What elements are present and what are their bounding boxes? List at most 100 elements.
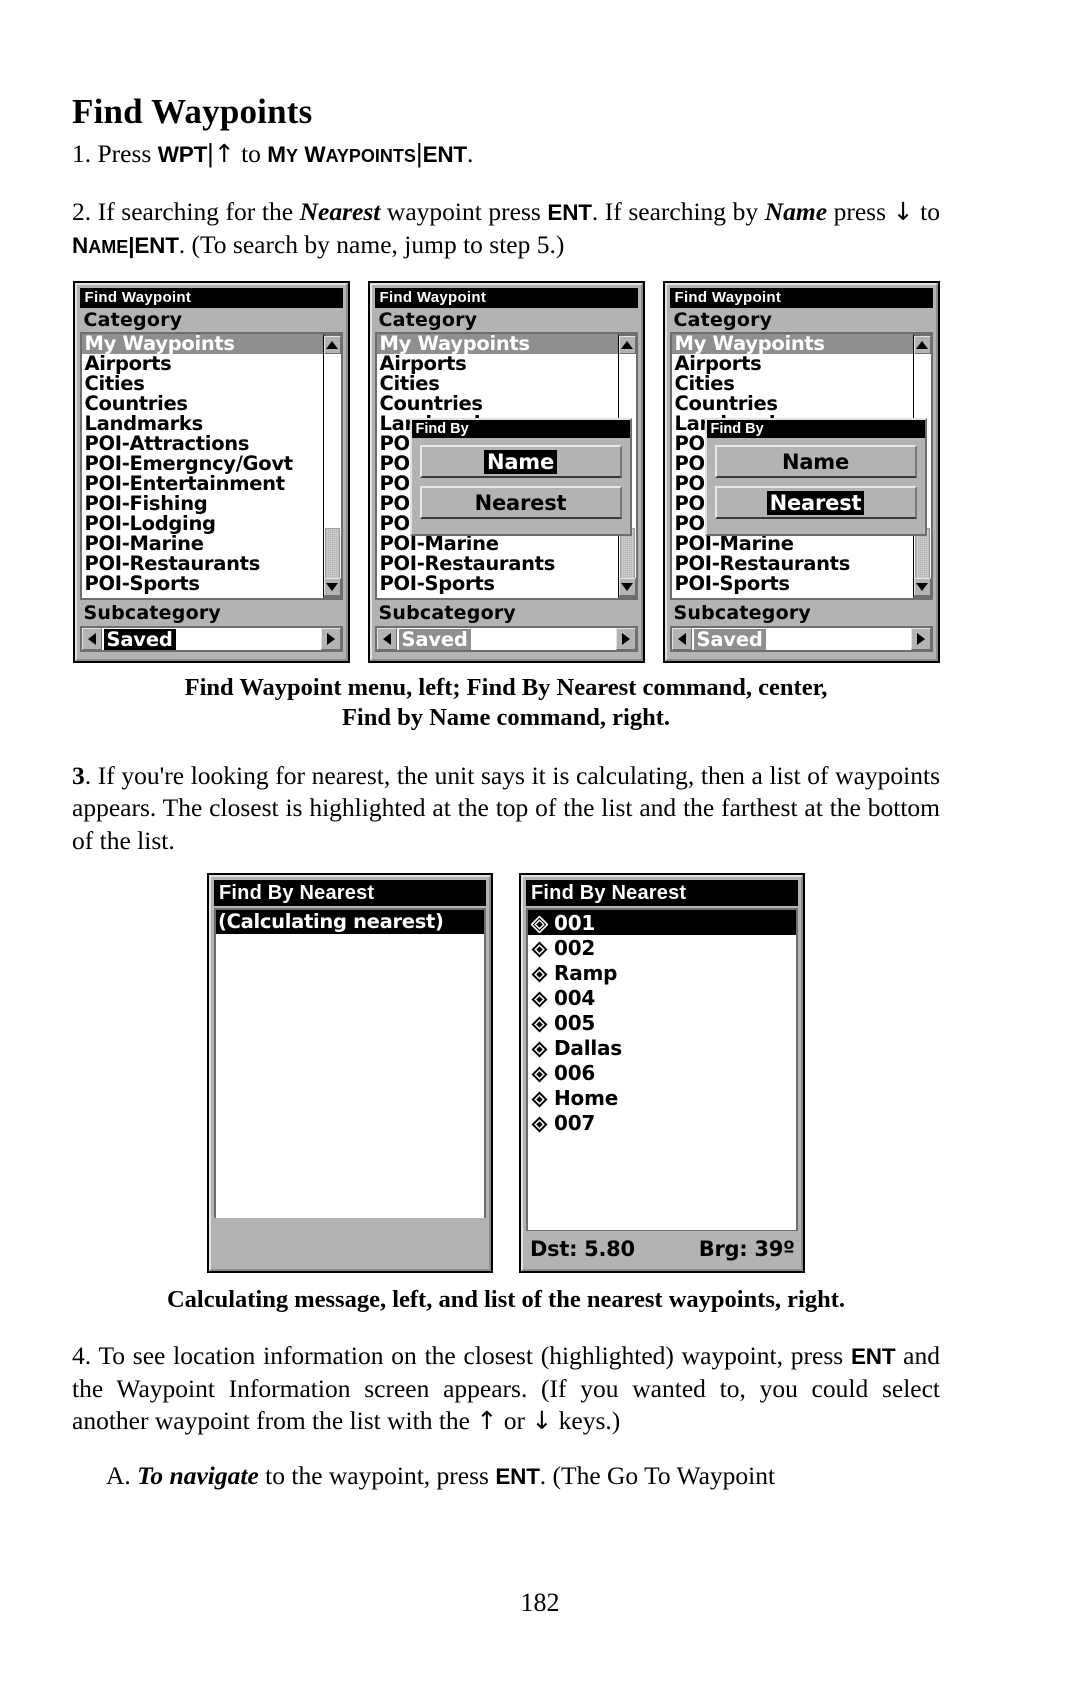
waypoint-diamond-icon	[531, 1039, 548, 1058]
list-item[interactable]: POI-Emergncy/Govt	[82, 454, 323, 474]
subcategory-spinner-left[interactable]: Saved	[79, 626, 343, 653]
scroll-down-icon[interactable]	[913, 578, 931, 597]
subcategory-value-left: Saved	[103, 628, 176, 650]
nearest-list-pane-left[interactable]: (Calculating nearest)	[214, 908, 486, 1219]
list-item[interactable]: Countries	[82, 394, 323, 414]
list-item[interactable]: POI-Restaurants	[82, 554, 323, 574]
scroll-down-icon[interactable]	[323, 578, 341, 597]
list-item[interactable]: POI-Marine	[672, 534, 913, 554]
find-by-nearest-button-center[interactable]: Nearest	[419, 486, 622, 520]
spinner-left-icon[interactable]	[671, 628, 692, 651]
arrow-down-icon: ↓	[531, 1406, 553, 1436]
category-scrollbar-left[interactable]	[322, 334, 343, 599]
figure-1-caption-line-1: Find Waypoint menu, left; Find By Neares…	[184, 674, 828, 702]
find-by-nearest-calculating-screen: Find By Nearest (Calculating nearest)	[207, 873, 493, 1274]
term-name: Name	[764, 197, 828, 227]
spinner-right-icon[interactable]	[320, 628, 341, 651]
waypoint-row[interactable]: 006	[528, 1060, 796, 1085]
subcategory-spinner-center[interactable]: Saved	[374, 626, 638, 653]
find-by-name-button-right[interactable]: Name	[714, 445, 917, 479]
bearing-value: Brg: 39º	[698, 1236, 795, 1261]
waypoint-row[interactable]: Home	[528, 1085, 796, 1110]
waypoint-row[interactable]: 007	[528, 1110, 796, 1135]
list-item[interactable]: Airports	[82, 354, 323, 374]
arrow-up-icon: ↑	[476, 1406, 498, 1436]
waypoint-row[interactable]: 004	[528, 985, 796, 1010]
screen-title-center: Find Waypoint	[374, 288, 638, 309]
list-item[interactable]: POI-Entertainment	[82, 474, 323, 494]
waypoint-row[interactable]: 001	[528, 910, 796, 936]
nearest-list-pane-right[interactable]: 001 002 Ramp 004 005 Dallas 006 Home 007	[526, 908, 798, 1231]
subcategory-label-left: Subcategory	[79, 601, 343, 626]
category-label-right: Category	[669, 308, 933, 333]
list-item[interactable]: My Waypoints	[376, 334, 618, 355]
find-by-name-button-center[interactable]: Name	[419, 445, 622, 479]
waypoint-diamond-icon	[531, 989, 548, 1008]
spinner-right-icon[interactable]	[910, 628, 931, 651]
step-3-text: . If you're looking for nearest, the uni…	[72, 760, 940, 855]
list-item[interactable]: POI-Restaurants	[377, 554, 618, 574]
step-1-number: 1.	[72, 139, 98, 168]
scroll-down-icon[interactable]	[618, 578, 636, 597]
find-by-dialog-center[interactable]: Find By Name Nearest	[409, 418, 632, 537]
list-item[interactable]: POI-Marine	[377, 534, 618, 554]
step-2-text-b: waypoint press	[380, 197, 548, 227]
step-4-paragraph: 4. To see location information on the cl…	[72, 1340, 940, 1437]
key-ent-3: ENT	[134, 232, 179, 258]
list-item[interactable]: POI-Sports	[672, 574, 913, 594]
list-item[interactable]: Countries	[672, 394, 913, 414]
step-2-text-d: press	[827, 197, 893, 227]
step-1-period: .	[466, 139, 474, 168]
list-item[interactable]: POI-Restaurants	[672, 554, 913, 574]
find-by-nearest-button-right[interactable]: Nearest	[714, 486, 917, 520]
page-title: Find Waypoints	[72, 92, 313, 131]
waypoint-name: 005	[554, 1010, 596, 1035]
list-item[interactable]: My Waypoints	[81, 334, 323, 355]
list-item[interactable]: Cities	[82, 374, 323, 394]
scroll-up-icon[interactable]	[618, 336, 636, 355]
scroll-up-icon[interactable]	[913, 336, 931, 355]
step-1-sep-2: |	[415, 140, 423, 168]
waypoint-row[interactable]: Dallas	[528, 1035, 796, 1060]
list-item[interactable]: POI-Sports	[82, 574, 323, 594]
waypoint-name: 001	[554, 910, 596, 935]
step-4-text-c: or	[497, 1406, 532, 1436]
find-by-dialog-right[interactable]: Find By Name Nearest	[704, 418, 927, 537]
waypoint-diamond-icon	[531, 1114, 548, 1133]
waypoint-row[interactable]: Ramp	[528, 960, 796, 985]
list-item[interactable]: POI-Lodging	[82, 514, 323, 534]
list-item[interactable]: POI-Attractions	[82, 434, 323, 454]
step-2-text-f: . (To search by name, jump to step 5.)	[178, 229, 565, 259]
list-item[interactable]: Landmarks	[82, 414, 323, 434]
category-listbox-left[interactable]: My Waypoints Airports Cities Countries L…	[79, 332, 343, 601]
spinner-right-icon[interactable]	[615, 628, 636, 651]
list-item[interactable]: My Waypoints	[671, 334, 913, 355]
list-item[interactable]: Countries	[377, 394, 618, 414]
waypoint-row[interactable]: 005	[528, 1010, 796, 1035]
spinner-left-icon[interactable]	[376, 628, 397, 651]
category-label-center: Category	[374, 308, 638, 333]
find-waypoint-screen-right: Find Waypoint Category My Waypoints Airp…	[662, 281, 940, 664]
list-item[interactable]: POI-Sports	[377, 574, 618, 594]
list-item[interactable]: POI-Fishing	[82, 494, 323, 514]
list-item[interactable]: Airports	[377, 354, 618, 374]
waypoint-row[interactable]: 002	[528, 935, 796, 960]
figure-2-caption-line-1: Calculating message, left, and list of t…	[166, 1286, 846, 1314]
step-4a-letter: A.	[106, 1460, 138, 1490]
subcategory-label-center: Subcategory	[374, 601, 638, 626]
scroll-up-icon[interactable]	[323, 336, 341, 355]
list-item[interactable]: Airports	[672, 354, 913, 374]
waypoint-diamond-icon	[531, 1089, 548, 1108]
find-by-nearest-list-screen: Find By Nearest 001 002 Ramp 004 005 Dal…	[519, 873, 805, 1274]
spinner-left-icon[interactable]	[81, 628, 102, 651]
list-item[interactable]: POI-Marine	[82, 534, 323, 554]
list-item[interactable]: Cities	[672, 374, 913, 394]
page-number: 182	[520, 1588, 560, 1617]
step-4-text-a: 4. To see location information on the cl…	[72, 1341, 851, 1371]
arrow-down-icon: ↓	[892, 197, 914, 227]
waypoint-diamond-icon	[531, 1014, 548, 1033]
waypoint-name: Ramp	[554, 960, 618, 985]
subcategory-spinner-right[interactable]: Saved	[669, 626, 933, 653]
subcategory-label-right: Subcategory	[669, 601, 933, 626]
list-item[interactable]: Cities	[377, 374, 618, 394]
